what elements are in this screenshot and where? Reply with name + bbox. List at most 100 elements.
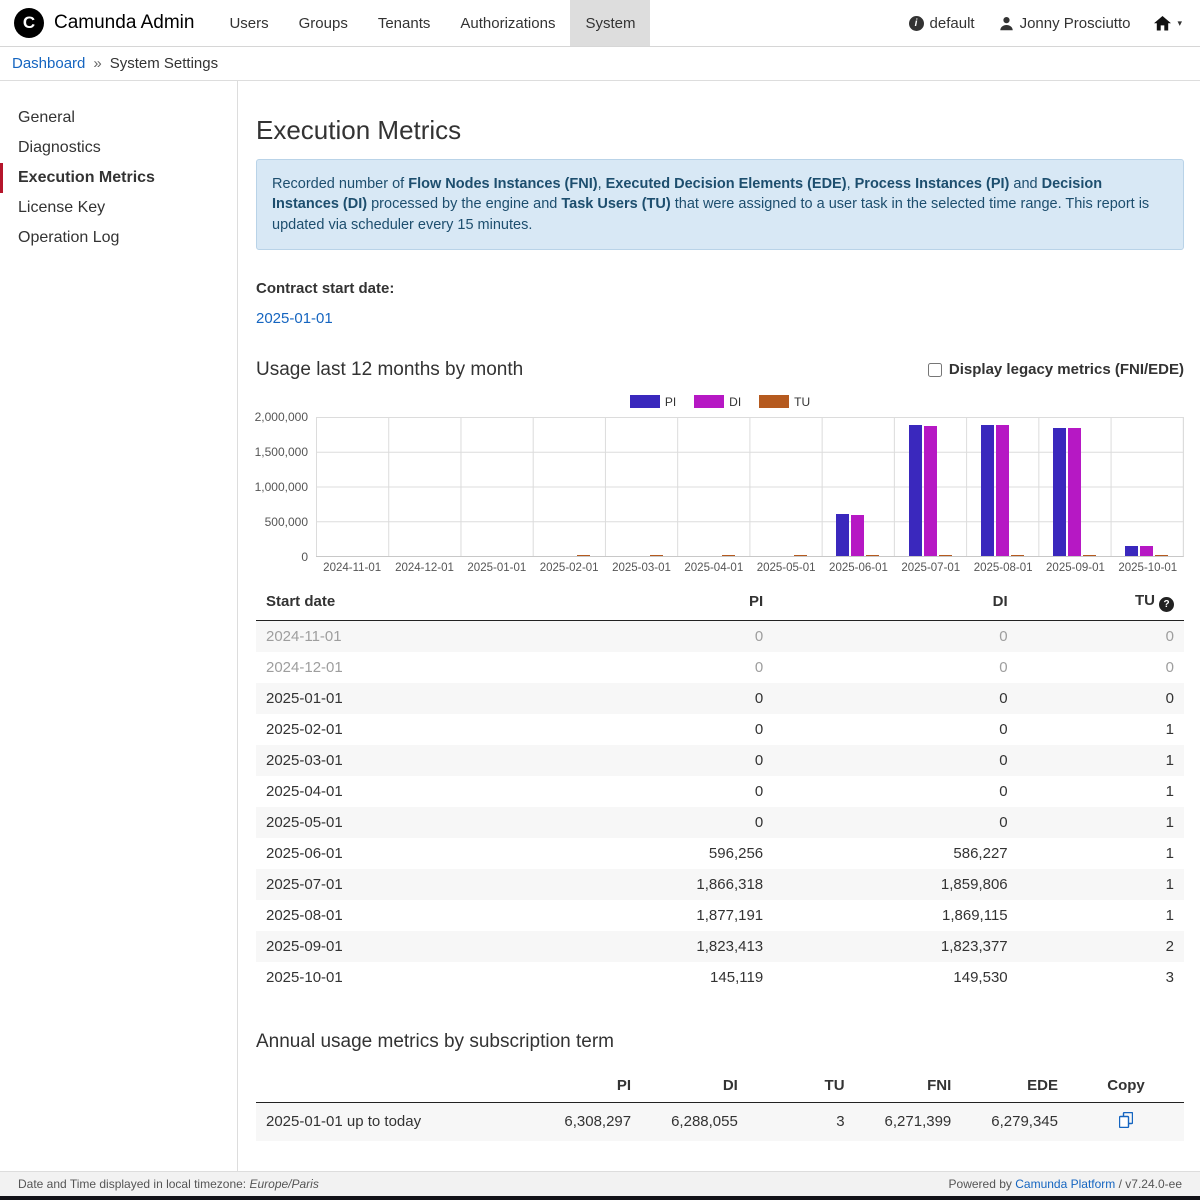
cell-di: 0 — [773, 652, 1017, 683]
info-text-segment: , — [598, 176, 606, 192]
bar-di — [996, 425, 1009, 556]
bar-tu — [866, 555, 879, 556]
content-layout: GeneralDiagnosticsExecution MetricsLicen… — [0, 81, 1200, 1171]
x-axis-label: 2025-07-01 — [895, 562, 967, 574]
cell-pi: 1,823,413 — [529, 931, 773, 962]
user-name: Jonny Prosciutto — [1020, 15, 1131, 32]
legend-label-di: DI — [729, 395, 741, 409]
y-axis-label: 0 — [301, 550, 308, 564]
bar-pi — [1125, 546, 1138, 556]
monthly-table-row: 2025-09-011,823,4131,823,3772 — [256, 931, 1184, 962]
legacy-metrics-toggle[interactable]: Display legacy metrics (FNI/EDE) — [928, 361, 1184, 378]
camunda-platform-link[interactable]: Camunda Platform — [1015, 1177, 1115, 1191]
chart-column-2025-10-01 — [1111, 417, 1183, 556]
sidebar-item-general[interactable]: General — [0, 103, 237, 133]
monthly-table-row: 2025-01-01000 — [256, 683, 1184, 714]
bar-tu — [650, 555, 663, 556]
annual-heading: Annual usage metrics by subscription ter… — [256, 1031, 1184, 1053]
breadcrumb-dashboard-link[interactable]: Dashboard — [12, 55, 85, 72]
cell-start-date: 2025-02-01 — [256, 714, 529, 745]
home-menu[interactable]: ▾ — [1154, 16, 1182, 31]
x-axis-label: 2025-09-01 — [1039, 562, 1111, 574]
monthly-table-row: 2025-08-011,877,1911,869,1151 — [256, 900, 1184, 931]
engine-name: default — [930, 15, 975, 32]
cell-di: 149,530 — [773, 962, 1017, 993]
monthly-table-row: 2024-11-01000 — [256, 620, 1184, 652]
usage-heading: Usage last 12 months by month — [256, 359, 523, 381]
info-text-segment: , — [847, 176, 855, 192]
cell-start-date: 2025-01-01 — [256, 683, 529, 714]
cell-di: 0 — [773, 683, 1017, 714]
info-metric-term: Flow Nodes Instances (FNI) — [408, 176, 597, 192]
y-axis-label: 2,000,000 — [255, 410, 308, 424]
nav-item-groups[interactable]: Groups — [284, 0, 363, 46]
main-content: Execution Metrics Recorded number of Flo… — [238, 81, 1200, 1171]
x-axis-label: 2025-10-01 — [1112, 562, 1184, 574]
nav-item-system[interactable]: System — [570, 0, 650, 46]
chart-column-2025-07-01 — [894, 417, 966, 556]
cell-tu: 1 — [1018, 714, 1184, 745]
cell-start-date: 2025-10-01 — [256, 962, 529, 993]
cell-pi: 1,877,191 — [529, 900, 773, 931]
user-icon — [999, 16, 1014, 31]
brand[interactable]: C Camunda Admin — [0, 0, 214, 46]
x-axis-label: 2025-03-01 — [605, 562, 677, 574]
header-tu-label: TU — [1135, 592, 1155, 609]
nav-item-tenants[interactable]: Tenants — [363, 0, 446, 46]
chart-legend: PIDITU — [256, 395, 1184, 409]
info-metric-term: Task Users (TU) — [561, 196, 670, 212]
page-title: Execution Metrics — [256, 115, 1184, 146]
cell-start-date: 2025-04-01 — [256, 776, 529, 807]
breadcrumb-separator-icon: » — [93, 55, 101, 72]
home-icon — [1154, 16, 1171, 31]
chart-plot — [316, 417, 1184, 557]
bar-pi — [981, 425, 994, 556]
chart-y-axis: 2,000,0001,500,0001,000,000500,0000 — [256, 417, 316, 557]
contract-start-date-link[interactable]: 2025-01-01 — [256, 310, 333, 327]
legend-label-tu: TU — [794, 395, 810, 409]
breadcrumb-current: System Settings — [110, 55, 218, 72]
cell-di: 0 — [773, 620, 1017, 652]
chart-x-axis: 2024-11-012024-12-012025-01-012025-02-01… — [316, 562, 1184, 574]
navbar-right: i default Jonny Prosciutto ▾ — [909, 0, 1200, 46]
x-axis-label: 2025-04-01 — [678, 562, 750, 574]
header-tu: TU? — [1018, 584, 1184, 621]
sidebar-item-operation-log[interactable]: Operation Log — [0, 223, 237, 253]
cell-term: 2025-01-01 up to today — [256, 1102, 534, 1141]
bar-tu — [939, 555, 952, 556]
legend-swatch-tu — [759, 395, 789, 408]
copy-icon[interactable] — [1119, 1112, 1133, 1132]
cell-start-date: 2024-11-01 — [256, 620, 529, 652]
bar-tu — [794, 555, 807, 556]
header-annual-di: DI — [641, 1069, 748, 1103]
cell-di: 0 — [773, 807, 1017, 838]
cell-start-date: 2025-03-01 — [256, 745, 529, 776]
nav-item-authorizations[interactable]: Authorizations — [445, 0, 570, 46]
bar-di — [851, 515, 864, 556]
sidebar-item-diagnostics[interactable]: Diagnostics — [0, 133, 237, 163]
cell-di: 1,823,377 — [773, 931, 1017, 962]
monthly-table-body: 2024-11-010002024-12-010002025-01-010002… — [256, 620, 1184, 993]
user-menu[interactable]: Jonny Prosciutto — [999, 15, 1131, 32]
y-axis-label: 1,000,000 — [255, 480, 308, 494]
chart-column-2025-04-01 — [677, 417, 749, 556]
legacy-metrics-checkbox[interactable] — [928, 363, 942, 377]
legend-item-tu: TU — [759, 395, 810, 409]
sidebar-item-execution-metrics[interactable]: Execution Metrics — [0, 163, 237, 193]
tu-help-icon[interactable]: ? — [1159, 597, 1174, 612]
cell-tu: 2 — [1018, 931, 1184, 962]
powered-by: Powered by Camunda Platform / v7.24.0-ee — [949, 1177, 1182, 1191]
usage-bar-chart: PIDITU 2,000,0001,500,0001,000,000500,00… — [256, 395, 1184, 574]
camunda-logo-icon: C — [14, 8, 44, 38]
nav-item-users[interactable]: Users — [214, 0, 283, 46]
info-metric-term: Process Instances (PI) — [855, 176, 1010, 192]
bar-tu — [1155, 555, 1168, 556]
info-icon: i — [909, 16, 924, 31]
sidebar-item-license-key[interactable]: License Key — [0, 193, 237, 223]
monthly-table-row: 2024-12-01000 — [256, 652, 1184, 683]
header-copy: Copy — [1068, 1069, 1184, 1103]
powered-by-label: Powered by — [949, 1177, 1012, 1191]
cell-tu: 1 — [1018, 745, 1184, 776]
engine-selector[interactable]: i default — [909, 15, 975, 32]
cell-pi: 0 — [529, 776, 773, 807]
